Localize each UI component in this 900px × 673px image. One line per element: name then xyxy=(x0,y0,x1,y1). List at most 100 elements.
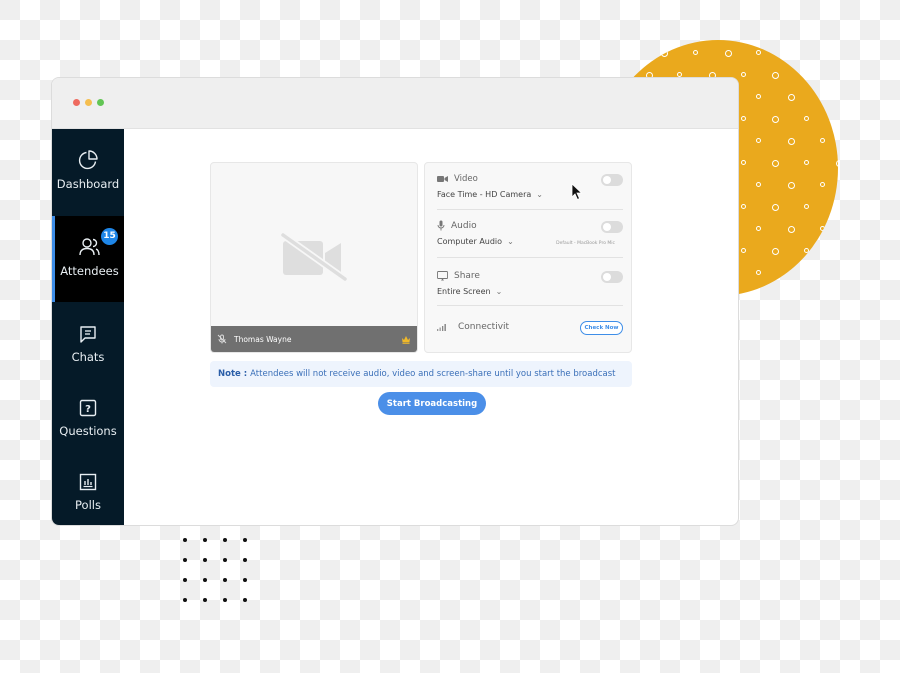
video-toggle[interactable] xyxy=(601,174,623,186)
broadcast-note: Note : Attendees will not receive audio,… xyxy=(210,361,632,387)
mic-off-icon xyxy=(217,334,227,344)
sidebar-item-questions[interactable]: ? Questions xyxy=(52,398,124,438)
decorative-dot xyxy=(223,578,227,582)
decorative-ring xyxy=(820,182,825,187)
video-preview-tile: Thomas Wayne xyxy=(210,162,418,353)
camera-select[interactable]: Face Time - HD Camera ⌄ xyxy=(437,190,623,199)
sidebar-item-attendees[interactable]: 15 Attendees xyxy=(52,216,124,302)
decorative-ring xyxy=(630,50,635,55)
decorative-ring xyxy=(756,182,761,187)
share-select[interactable]: Entire Screen ⌄ xyxy=(437,287,623,296)
decorative-ring xyxy=(756,270,761,275)
decorative-ring xyxy=(820,94,825,99)
decorative-ring xyxy=(693,50,698,55)
participant-name: Thomas Wayne xyxy=(234,334,292,344)
decorative-ring xyxy=(741,248,746,253)
decorative-ring xyxy=(756,138,761,143)
decorative-dot xyxy=(223,558,227,562)
video-setting: Video Face Time - HD Camera ⌄ xyxy=(437,174,623,199)
participant-name-bar: Thomas Wayne xyxy=(211,326,417,352)
close-window-button[interactable] xyxy=(73,99,80,106)
decorative-ring xyxy=(820,138,825,143)
decorative-ring xyxy=(804,116,809,121)
pie-chart-icon xyxy=(78,150,98,170)
decorative-ring xyxy=(788,94,795,101)
sidebar-item-dashboard[interactable]: Dashboard xyxy=(52,149,124,191)
share-setting: Share Entire Screen ⌄ xyxy=(437,271,623,296)
users-icon xyxy=(78,238,100,256)
decorative-dot xyxy=(183,598,187,602)
question-icon: ? xyxy=(79,399,97,417)
decorative-ring xyxy=(836,204,838,211)
decorative-ring xyxy=(820,270,825,275)
minimize-window-button[interactable] xyxy=(85,99,92,106)
chevron-down-icon: ⌄ xyxy=(495,287,503,296)
decorative-ring xyxy=(772,248,779,255)
decorative-ring xyxy=(772,204,779,211)
decorative-ring xyxy=(804,204,809,209)
audio-toggle[interactable] xyxy=(601,221,623,233)
chevron-down-icon: ⌄ xyxy=(507,237,514,246)
decorative-dot xyxy=(223,598,227,602)
decorative-ring xyxy=(836,160,838,167)
camera-icon xyxy=(437,176,448,182)
decorative-dot xyxy=(203,598,207,602)
decorative-ring xyxy=(756,94,761,99)
sidebar-item-label: Polls xyxy=(75,498,101,512)
decorative-ring xyxy=(741,116,746,121)
app-window: Dashboard 15 Attendees Chats ? Questions… xyxy=(51,77,739,526)
decorative-ring xyxy=(804,160,809,165)
sidebar-item-polls[interactable]: Polls xyxy=(52,472,124,512)
sidebar-item-label: Dashboard xyxy=(56,177,120,191)
poll-icon xyxy=(79,473,97,491)
check-now-button[interactable]: Check Now xyxy=(580,321,623,335)
decorative-ring xyxy=(756,50,761,55)
decorative-ring xyxy=(741,204,746,209)
sidebar-item-label: Questions xyxy=(59,424,117,438)
sidebar-item-label: Chats xyxy=(71,350,105,364)
decorative-dot xyxy=(203,538,207,542)
decorative-ring xyxy=(788,50,795,57)
chevron-down-icon: ⌄ xyxy=(536,190,543,199)
decorative-ring xyxy=(788,270,795,277)
decorative-ring xyxy=(741,72,746,77)
start-broadcasting-button[interactable]: Start Broadcasting xyxy=(378,392,486,415)
audio-select-value: Computer Audio xyxy=(437,237,503,246)
sidebar: Dashboard 15 Attendees Chats ? Questions… xyxy=(52,129,124,525)
decorative-ring xyxy=(772,72,779,79)
video-label: Video xyxy=(454,174,478,184)
default-mic-note: Default - MacBook Pro Mic xyxy=(556,241,615,246)
main-content: Thomas Wayne Video Face Time - HD Camera… xyxy=(124,129,738,525)
note-text: Attendees will not receive audio, video … xyxy=(250,369,616,379)
connectivity-label: Connectivit xyxy=(458,322,510,332)
decorative-ring xyxy=(661,50,668,57)
divider xyxy=(437,305,623,306)
sidebar-item-chats[interactable]: Chats xyxy=(52,324,124,364)
mouse-cursor-icon xyxy=(571,183,583,201)
decorative-dot xyxy=(183,538,187,542)
chat-icon xyxy=(80,326,96,343)
decorative-ring xyxy=(788,138,795,145)
decorative-ring xyxy=(804,72,809,77)
svg-text:?: ? xyxy=(85,404,91,415)
attendee-count-badge: 15 xyxy=(101,228,118,245)
video-off-icon xyxy=(280,232,348,282)
decorative-dot xyxy=(203,578,207,582)
decorative-ring xyxy=(788,182,795,189)
decorative-dot xyxy=(203,558,207,562)
share-toggle[interactable] xyxy=(601,271,623,283)
decorative-dot xyxy=(243,578,247,582)
note-prefix: Note : xyxy=(218,369,248,379)
decorative-ring xyxy=(820,50,825,55)
device-settings-panel: Video Face Time - HD Camera ⌄ Audio Comp… xyxy=(424,162,632,353)
decorative-ring xyxy=(725,50,732,57)
decorative-ring xyxy=(772,160,779,167)
decorative-ring xyxy=(598,50,605,57)
decorative-ring xyxy=(788,226,795,233)
maximize-window-button[interactable] xyxy=(97,99,104,106)
decorative-ring xyxy=(741,160,746,165)
microphone-icon xyxy=(437,220,445,231)
decorative-dot xyxy=(243,598,247,602)
title-bar xyxy=(52,78,738,129)
decorative-dot xyxy=(243,558,247,562)
